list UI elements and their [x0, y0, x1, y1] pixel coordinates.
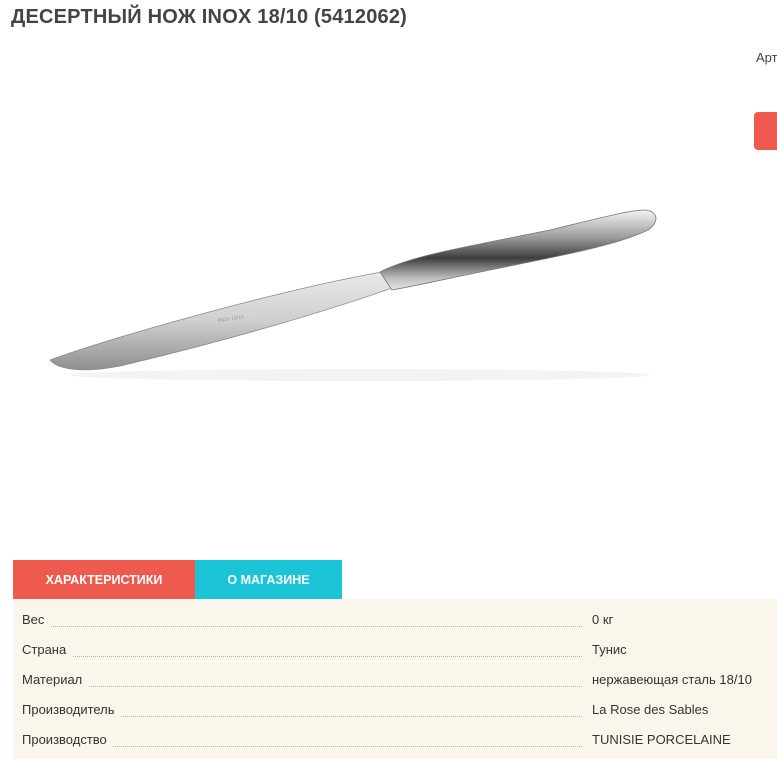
dotted-leader — [22, 686, 582, 687]
spec-name: Производство — [22, 732, 113, 747]
spec-row: Материал нержавеющая сталь 18/10 — [13, 665, 777, 695]
spec-value: 0 кг — [592, 612, 614, 627]
dotted-leader — [22, 656, 582, 657]
spec-name: Материал — [22, 672, 89, 687]
spec-row: Производство TUNISIE PORCELAINE — [13, 725, 777, 755]
spec-name: Страна — [22, 642, 73, 657]
article-label: Арт — [756, 50, 777, 65]
spec-row: Вес 0 кг — [13, 605, 777, 635]
spec-name: Производитель — [22, 702, 121, 717]
add-to-cart-button[interactable] — [754, 112, 777, 150]
spec-row: Страна Тунис — [13, 635, 777, 665]
spec-name: Вес — [22, 612, 51, 627]
spec-row: Производитель La Rose des Sables — [13, 695, 777, 725]
tab-bar: ХАРАКТЕРИСТИКИ О МАГАЗИНЕ — [13, 560, 342, 599]
product-title: ДЕСЕРТНЫЙ НОЖ INOX 18/10 (5412062) — [11, 6, 408, 28]
tab-characteristics[interactable]: ХАРАКТЕРИСТИКИ — [13, 560, 195, 599]
spec-value: La Rose des Sables — [592, 702, 709, 717]
dotted-leader — [22, 626, 582, 627]
specs-table: Вес 0 кг Страна Тунис Материал нержавеющ… — [13, 599, 777, 759]
product-image: INOX 18/10 — [49, 209, 657, 381]
spec-value: TUNISIE PORCELAINE — [592, 732, 731, 747]
spec-value: Тунис — [592, 642, 627, 657]
spec-value: нержавеющая сталь 18/10 — [592, 672, 752, 687]
tab-about-shop[interactable]: О МАГАЗИНЕ — [195, 560, 342, 599]
